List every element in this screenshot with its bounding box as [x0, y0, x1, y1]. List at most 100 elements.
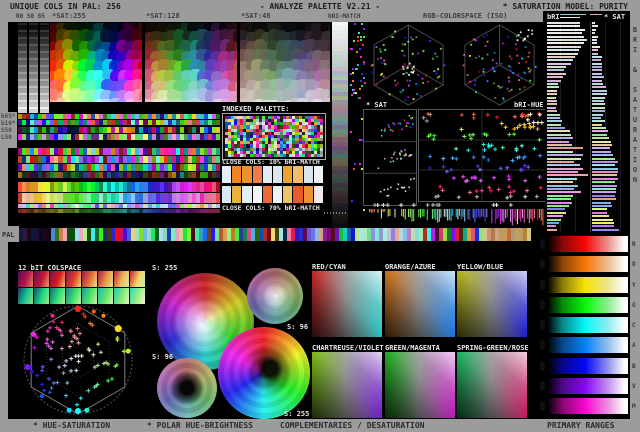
sorted-strip: [18, 204, 221, 208]
sat-bar: [592, 204, 612, 207]
bri-bar: [547, 221, 559, 224]
sat-bar: [592, 130, 608, 133]
complementary-label: YELLOW/BLUE: [457, 263, 504, 271]
sorted-strip: [18, 193, 221, 203]
bri-dot: [354, 163, 357, 165]
bri-dot: [360, 73, 363, 76]
close-cols-row-1: [222, 166, 324, 183]
bri-bar: [547, 83, 558, 85]
sat-bar: [592, 72, 602, 75]
bri-bar: [547, 188, 574, 190]
gray-ramp-bar-2: [29, 23, 38, 113]
pal-label: PAL: [2, 231, 15, 239]
bri-bar: [547, 35, 585, 38]
sorted-strip: [18, 134, 221, 140]
close-color-swatch: [222, 166, 232, 183]
bri-dot: [358, 97, 361, 100]
complementary-panel: [385, 352, 455, 418]
sat-bar: [592, 157, 615, 160]
bri-bar: [547, 154, 583, 157]
primary-range-letter: C: [632, 322, 636, 329]
bri-dot: [349, 84, 352, 87]
bri-bar: [547, 181, 574, 184]
sat-bar: [592, 218, 613, 221]
sat-bar: [592, 116, 602, 119]
sat-bar: [592, 194, 616, 197]
bri-bar: [547, 225, 557, 228]
sat-bar: [592, 99, 605, 102]
sat-bar: [592, 174, 618, 177]
hue-histogram: [368, 202, 546, 228]
bri-bar: [547, 22, 581, 24]
sat-bar: [592, 177, 618, 180]
primary-range-strip: [546, 398, 628, 414]
hue-map-sat-48: [240, 23, 330, 102]
sat-bar: [592, 106, 606, 109]
bri-dot: [360, 80, 363, 83]
hue-map-sat-255: [50, 23, 142, 102]
bri-dot: [359, 163, 362, 166]
sat-bar: [592, 66, 603, 68]
rgb-cube-iso-left: [364, 23, 453, 107]
bri-sat-bars-panel: [545, 22, 630, 232]
bottom-bar-label: PRIMARY RANGES: [547, 421, 615, 430]
strip-cell: [216, 172, 221, 178]
close-color-swatch: [242, 186, 252, 203]
bri-dot: [351, 89, 354, 92]
bri-bar: [547, 110, 557, 113]
close-color-swatch: [242, 166, 252, 183]
bri-bar: [547, 32, 582, 35]
colspace-tile: [34, 271, 49, 287]
bri-bar: [547, 72, 566, 75]
bri-bar: [547, 130, 571, 133]
sat-bar: [592, 164, 616, 167]
primary-range-notch: [540, 259, 545, 270]
bri-dot: [351, 80, 354, 82]
bri-bar: [547, 204, 569, 207]
sorted-strip: [18, 164, 221, 171]
close-color-swatch: [252, 186, 262, 203]
primary-range-letter: V: [632, 382, 636, 390]
bri-dot: [355, 67, 358, 70]
complementary-label: GREEN/MAGENTA: [385, 344, 440, 352]
bri-bar: [547, 89, 557, 92]
bri-dot: [356, 35, 359, 38]
polar-s96-label-1: S: 96: [287, 323, 309, 331]
bri-bar: [547, 191, 581, 194]
bri-bar: [547, 208, 566, 211]
strip-cell: [216, 134, 221, 140]
sat-scatter-label: * SAT: [366, 101, 388, 109]
complementary-panel: [457, 271, 527, 337]
close-color-swatch: [313, 166, 324, 183]
bri-dot: [353, 167, 355, 170]
strip-cell: [216, 156, 221, 163]
bri-dot: [351, 47, 354, 50]
bri-bar: [547, 174, 589, 177]
sat-bar: [592, 137, 609, 140]
close-color-swatch: [283, 166, 293, 183]
primary-range-notch: [540, 279, 545, 290]
primary-range-letter: Y: [632, 281, 636, 289]
close-cols-row-2: [222, 186, 324, 203]
primary-range-strip: [546, 296, 628, 313]
primary-range-strip: [546, 377, 628, 394]
bri-bar: [547, 167, 583, 170]
bri-bar: [547, 76, 563, 79]
bri-bar: [547, 177, 577, 180]
bri-dot: [352, 39, 355, 42]
bottom-bar: * HUE-SATURATION * POLAR HUE-BRIGHTNESS CO…: [0, 419, 640, 432]
complementary-panel: [312, 352, 382, 418]
bri-bar: [547, 157, 581, 160]
sat-bar: [592, 35, 598, 38]
bri-bar: [547, 143, 572, 146]
close-cols-10-label: CLOSE COLS: 10% bRI-MATCH: [222, 158, 320, 166]
bri-bar: [547, 194, 573, 197]
gray-ramp-labels: R0 50 85: [16, 13, 45, 20]
divider-line: [590, 22, 591, 232]
sat-bar: [592, 208, 607, 211]
bri-bar: [547, 59, 573, 62]
sat-bar: [592, 133, 607, 136]
bri-bar: [547, 120, 562, 123]
bri-hue-scatter-panel: [418, 109, 547, 202]
bri-bar: [547, 106, 557, 109]
